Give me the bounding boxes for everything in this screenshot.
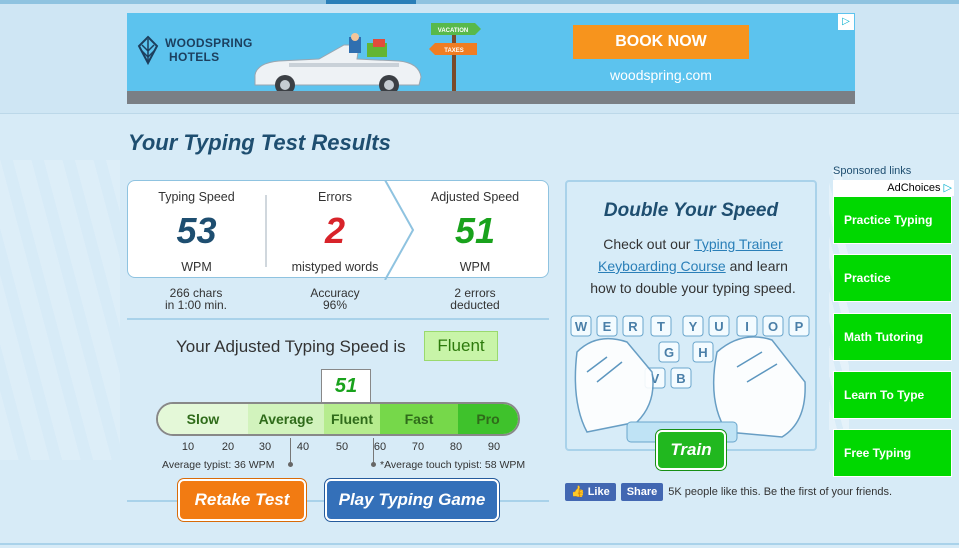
ad-road	[127, 91, 855, 104]
svg-text:G: G	[664, 345, 674, 360]
stat-unit: WPM	[181, 260, 212, 274]
bottom-border	[0, 543, 959, 545]
ad-choices-icon[interactable]: ▷	[838, 14, 854, 30]
results-stats-card: Typing Speed 53 WPM Errors 2 mistyped wo…	[127, 180, 549, 280]
adchoices-label[interactable]: AdChoices ▷	[833, 180, 954, 196]
thumbs-up-icon: 👍	[571, 486, 585, 498]
level-badge: Fluent	[424, 331, 498, 361]
adjusted-speed-text: Your Adjusted Typing Speed is	[176, 337, 406, 356]
promo-card: Double Your Speed Check out our Typing T…	[565, 180, 817, 451]
tick-label: 90	[487, 441, 501, 453]
sign-vacation-text: VACATION	[438, 28, 468, 34]
sign-taxes-text: TAXES	[444, 48, 464, 54]
stat-value: 51	[454, 210, 496, 251]
tick-label: 50	[335, 441, 349, 453]
like-label: Like	[587, 486, 610, 498]
touch-average-line	[373, 438, 374, 462]
scale-segment-average: Average	[248, 404, 324, 434]
svg-text:U: U	[714, 319, 723, 334]
sidebar-link-practice-typing[interactable]: Practice Typing	[833, 196, 952, 244]
sidebar-link-free-typing[interactable]: Free Typing	[833, 429, 952, 477]
touch-average-dot	[371, 462, 376, 467]
svg-text:W: W	[575, 319, 588, 334]
scale-segment-pro: Pro	[458, 404, 518, 434]
train-button[interactable]: Train	[656, 430, 726, 470]
svg-text:Y: Y	[689, 319, 698, 334]
retake-test-button[interactable]: Retake Test	[178, 479, 306, 521]
typing-trainer-link[interactable]: Typing Trainer	[694, 236, 783, 252]
touch-typist-note: *Average touch typist: 58 WPM	[380, 459, 526, 471]
svg-text:I: I	[745, 319, 749, 334]
facebook-widget: 👍 Like Share 5K people like this. Be the…	[565, 483, 892, 501]
tick-label: 30	[258, 441, 272, 453]
speed-scale: Slow Average Fluent Fast Pro	[156, 402, 520, 436]
promo-text: Check out our Typing Trainer Keyboarding…	[587, 233, 799, 299]
stat-label: Typing Speed	[158, 190, 235, 204]
subtext-line: in 1:00 min.	[164, 298, 228, 312]
keyboarding-course-link[interactable]: Keyboarding Course	[598, 258, 726, 274]
tick-label: 80	[449, 441, 463, 453]
average-dot	[288, 462, 293, 467]
ad-url[interactable]: woodspring.com	[573, 67, 749, 83]
stat-label: Adjusted Speed	[430, 190, 520, 204]
page-title: Your Typing Test Results	[128, 130, 391, 155]
tick-label: 10	[181, 441, 195, 453]
average-line	[290, 438, 291, 462]
stat-unit: WPM	[459, 260, 491, 274]
sidebar-link-learn-to-type[interactable]: Learn To Type	[833, 371, 952, 419]
scale-segment-fluent: Fluent	[324, 404, 380, 434]
deducted-subtext: 2 errors deducted	[420, 287, 530, 311]
svg-text:H: H	[698, 345, 707, 360]
ad-banner[interactable]: WOODSPRING HOTELS VACATION TAXES BOOK NO…	[127, 13, 855, 104]
subtext-line: deducted	[450, 298, 500, 312]
tick-label: 20	[221, 441, 235, 453]
scale-segment-fast: Fast	[380, 404, 458, 434]
tick-label: 70	[411, 441, 425, 453]
ad-brand-line1: WOODSPRING	[165, 36, 253, 50]
sidebar-link-math-tutoring[interactable]: Math Tutoring	[833, 313, 952, 361]
promo-text-pre: Check out our	[603, 236, 691, 252]
svg-text:B: B	[676, 371, 685, 386]
average-typist-note: Average typist: 36 WPM	[162, 459, 275, 471]
stat-value: 53	[176, 210, 217, 251]
speed-marker: 51	[321, 369, 371, 403]
signpost-illustration: VACATION TAXES	[429, 23, 481, 93]
book-now-button[interactable]: BOOK NOW	[573, 25, 749, 59]
speed-subtext: 266 chars in 1:00 min.	[140, 287, 252, 311]
svg-text:P: P	[795, 319, 804, 334]
ad-logo: WOODSPRING HOTELS	[137, 35, 253, 65]
separator	[127, 318, 549, 320]
leaf-logo-icon	[137, 35, 159, 65]
svg-text:E: E	[603, 319, 612, 334]
sponsored-links-label: Sponsored links	[833, 165, 912, 177]
stat-typing-speed: Typing Speed 53 WPM	[128, 181, 265, 279]
ad-brand-line2: HOTELS	[169, 50, 220, 64]
scale-segment-slow: Slow	[158, 404, 248, 434]
tick-label: 40	[296, 441, 310, 453]
sidebar-link-practice[interactable]: Practice	[833, 254, 952, 302]
svg-text:O: O	[768, 319, 778, 334]
accuracy-subtext: Accuracy 96%	[280, 287, 390, 311]
subtext-line: 96%	[322, 298, 348, 312]
play-typing-game-button[interactable]: Play Typing Game	[325, 479, 499, 521]
svg-text:T: T	[657, 319, 665, 334]
svg-text:R: R	[628, 319, 638, 334]
convertible-car-illustration	[254, 33, 422, 95]
facebook-like-count: 5K people like this. Be the first of you…	[668, 486, 893, 498]
decorative-stripes	[0, 160, 120, 460]
adchoices-icon: ▷	[943, 182, 952, 194]
promo-title: Double Your Speed	[603, 200, 779, 221]
facebook-like-button[interactable]: 👍 Like	[565, 483, 616, 501]
adchoices-text: AdChoices	[887, 182, 941, 194]
stat-adjusted-speed: Adjusted Speed 51 WPM	[410, 181, 540, 279]
facebook-share-button[interactable]: Share	[620, 483, 664, 501]
